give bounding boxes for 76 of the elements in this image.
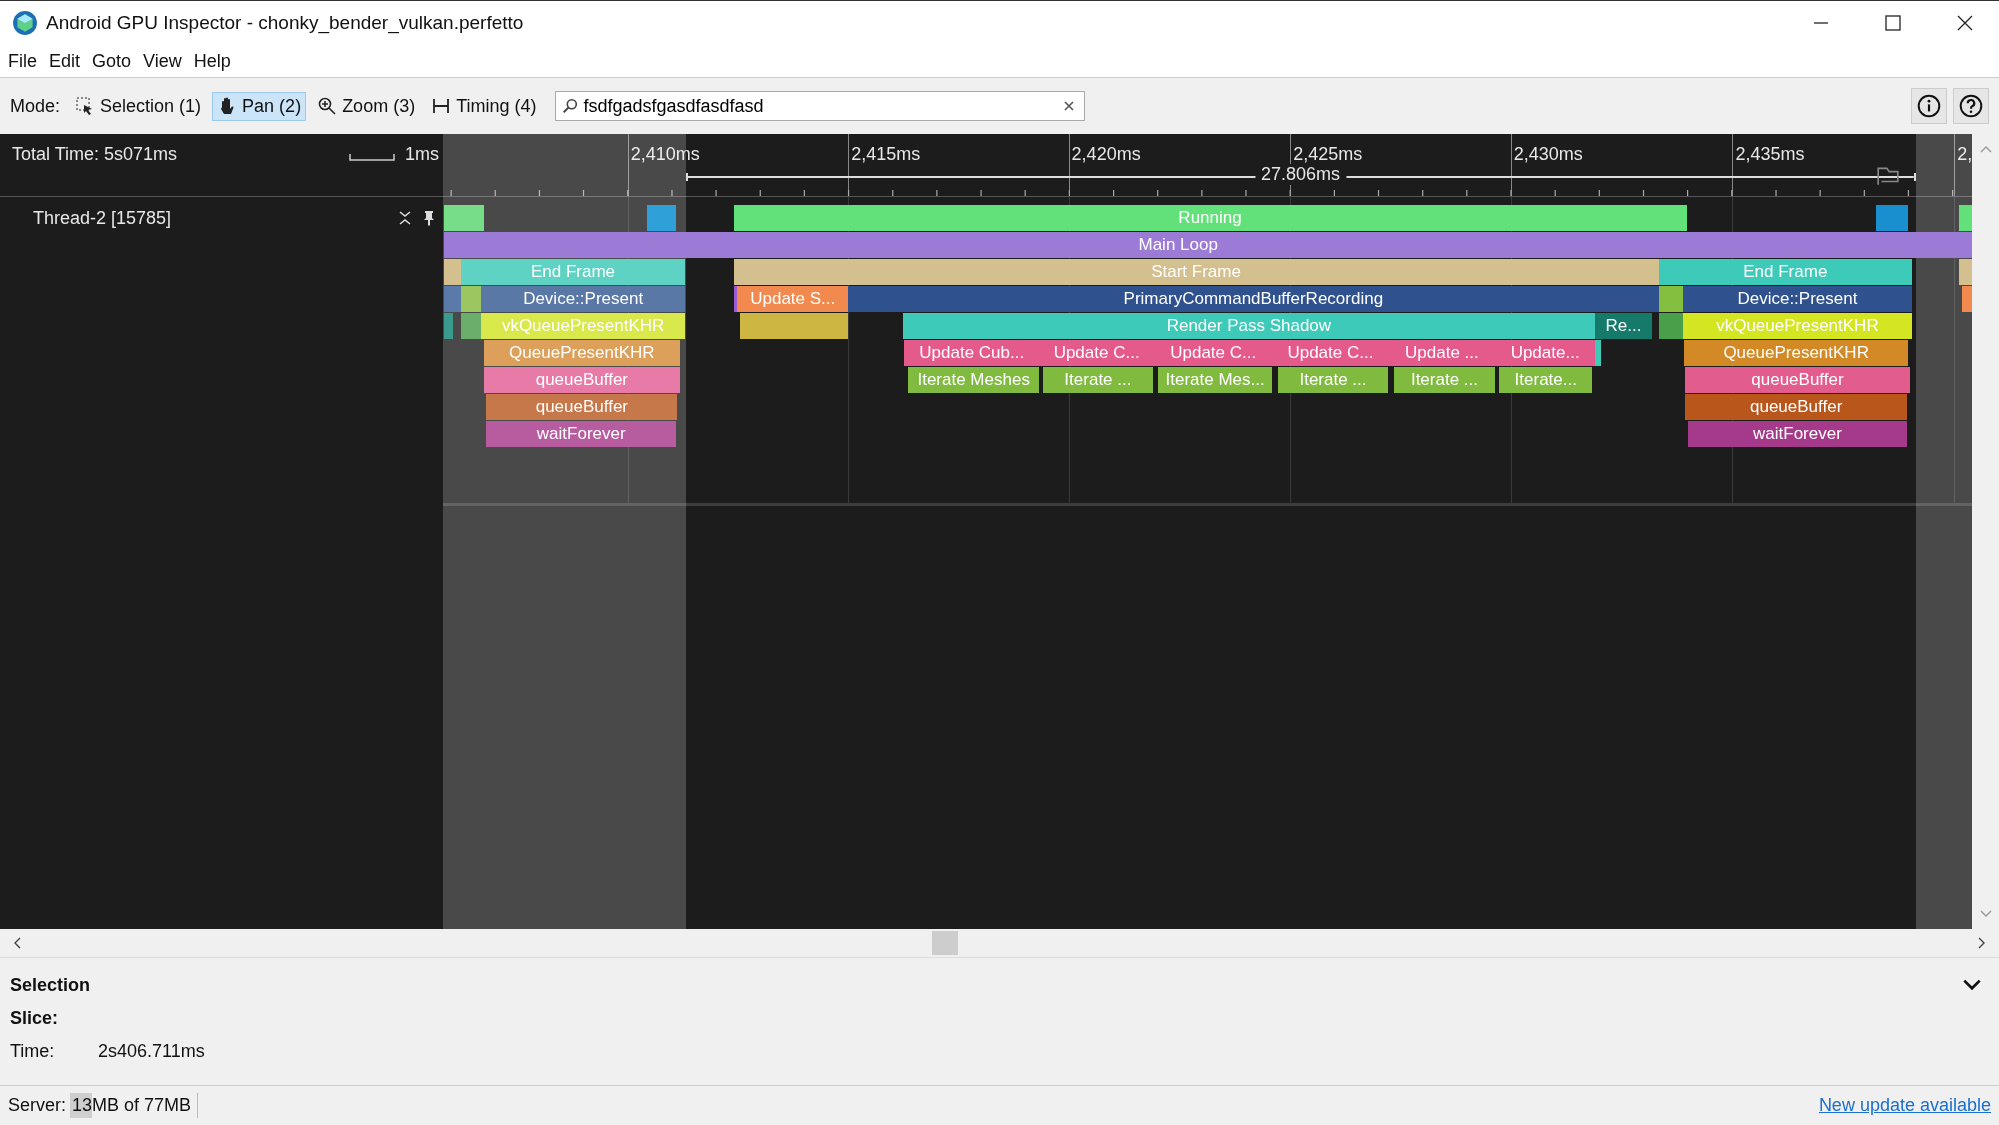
trace-slice[interactable]: queueBuffer <box>483 367 680 393</box>
menu-item[interactable]: View <box>143 50 182 72</box>
mode-button[interactable]: Pan (2) <box>212 91 307 121</box>
app-logo-icon <box>12 10 38 36</box>
mode-button[interactable]: Zoom (3) <box>312 91 421 121</box>
trace-slice[interactable]: queueBuffer <box>1685 367 1910 393</box>
tick-label: 2,435ms <box>1735 144 1805 165</box>
menu-item[interactable]: Help <box>193 50 231 72</box>
menu-item[interactable]: File <box>8 50 37 72</box>
maximize-icon[interactable] <box>1883 13 1903 33</box>
trace-slice[interactable]: Iterate ... <box>1277 367 1389 393</box>
trace-slice[interactable]: Iterate ... <box>1043 367 1153 393</box>
tick-label: 2, <box>1957 144 1973 165</box>
trace-slice[interactable]: Device::Present <box>1682 286 1913 312</box>
trace-slice[interactable]: Update C... <box>1039 340 1154 366</box>
trace-slice[interactable]: Update C... <box>1272 340 1389 366</box>
trace-slice[interactable] <box>460 313 482 339</box>
trace-slice[interactable]: Update C... <box>1154 340 1273 366</box>
trace-slice[interactable]: Device::Present <box>481 286 686 312</box>
panel-title: Selection <box>10 974 92 996</box>
trace-slice[interactable]: Iterate Mes... <box>1157 367 1273 393</box>
scrollbar-thumb[interactable] <box>932 931 958 955</box>
mode-button[interactable]: Timing (4) <box>426 91 542 121</box>
update-link[interactable]: New update available <box>1818 1095 1991 1116</box>
tick-label: 2,415ms <box>851 144 921 165</box>
trace-slice[interactable]: Update... <box>1495 340 1595 366</box>
trace-slice[interactable]: Iterate ... <box>1393 367 1496 393</box>
menu-item[interactable]: Edit <box>49 50 81 72</box>
trace-slice[interactable]: Render Pass Shadow <box>902 313 1595 339</box>
trace-slice[interactable]: QueuePresentKHR <box>1684 340 1909 366</box>
trace-slice[interactable]: Re... <box>1594 313 1653 339</box>
trace-slice[interactable] <box>1658 313 1683 339</box>
track-name: Thread-2 [15785] <box>33 207 173 229</box>
field-value: 2s406.711ms <box>98 1041 205 1062</box>
info-button[interactable] <box>1911 88 1947 124</box>
field-label: Time: <box>10 1041 56 1062</box>
close-icon[interactable] <box>1955 13 1975 33</box>
tick-label: 2,430ms <box>1513 144 1583 165</box>
mode-button[interactable]: Selection (1) <box>70 91 207 121</box>
trace-slice[interactable]: QueuePresentKHR <box>483 340 680 366</box>
trace-slice[interactable]: End Frame <box>1658 259 1913 285</box>
trace-slice[interactable] <box>733 286 738 312</box>
scale-bar-icon <box>349 152 395 162</box>
memory-usage: 13MB of 77MB <box>72 1095 192 1115</box>
timing-icon <box>431 96 452 116</box>
trace-slice[interactable]: Start Frame <box>733 259 1659 285</box>
trace-slice[interactable] <box>1594 340 1602 366</box>
trace-slice[interactable]: Iterate Meshes <box>908 367 1040 393</box>
trace-slice[interactable]: queueBuffer <box>486 394 678 420</box>
trace-slice[interactable]: PrimaryCommandBufferRecording <box>848 286 1659 312</box>
trace-slice[interactable]: queueBuffer <box>1685 394 1907 420</box>
window-title: Android GPU Inspector - chonky_bender_vulkan.perfetto <box>46 12 524 34</box>
tick-label: 2,420ms <box>1071 144 1141 165</box>
measurement-label: 27.806ms <box>1254 164 1347 185</box>
trace-slice[interactable]: waitForever <box>1687 421 1907 447</box>
scale-label: 1ms <box>405 144 439 165</box>
tick-label: 2,410ms <box>630 144 700 165</box>
trace-slice[interactable]: Update ... <box>1388 340 1496 366</box>
total-time: Total Time: 5s071ms <box>12 144 178 165</box>
zoom-in-icon <box>317 96 338 116</box>
server-label: Server: <box>8 1095 67 1116</box>
slice-heading: Slice: <box>10 1008 60 1029</box>
search-field[interactable]: fsdfgadsfgasdfasdfasd <box>555 91 1086 121</box>
trace-slice[interactable]: Update Cub... <box>904 340 1040 366</box>
trace-slice[interactable] <box>1961 286 1972 312</box>
trace-slice[interactable]: Iterate... <box>1499 367 1593 393</box>
help-button[interactable] <box>1953 88 1989 124</box>
trace-slice[interactable] <box>1876 205 1909 231</box>
menu-item[interactable]: Goto <box>92 50 132 72</box>
collapse-icon[interactable] <box>397 210 413 226</box>
trace-slice[interactable]: End Frame <box>460 259 686 285</box>
trace-slice[interactable]: Update S... <box>737 286 849 312</box>
trace-slice[interactable]: Main Loop <box>444 232 1913 258</box>
trace-slice[interactable]: waitForever <box>486 421 677 447</box>
tick-label: 2,425ms <box>1293 144 1363 165</box>
mode-label: Mode: <box>10 95 61 117</box>
